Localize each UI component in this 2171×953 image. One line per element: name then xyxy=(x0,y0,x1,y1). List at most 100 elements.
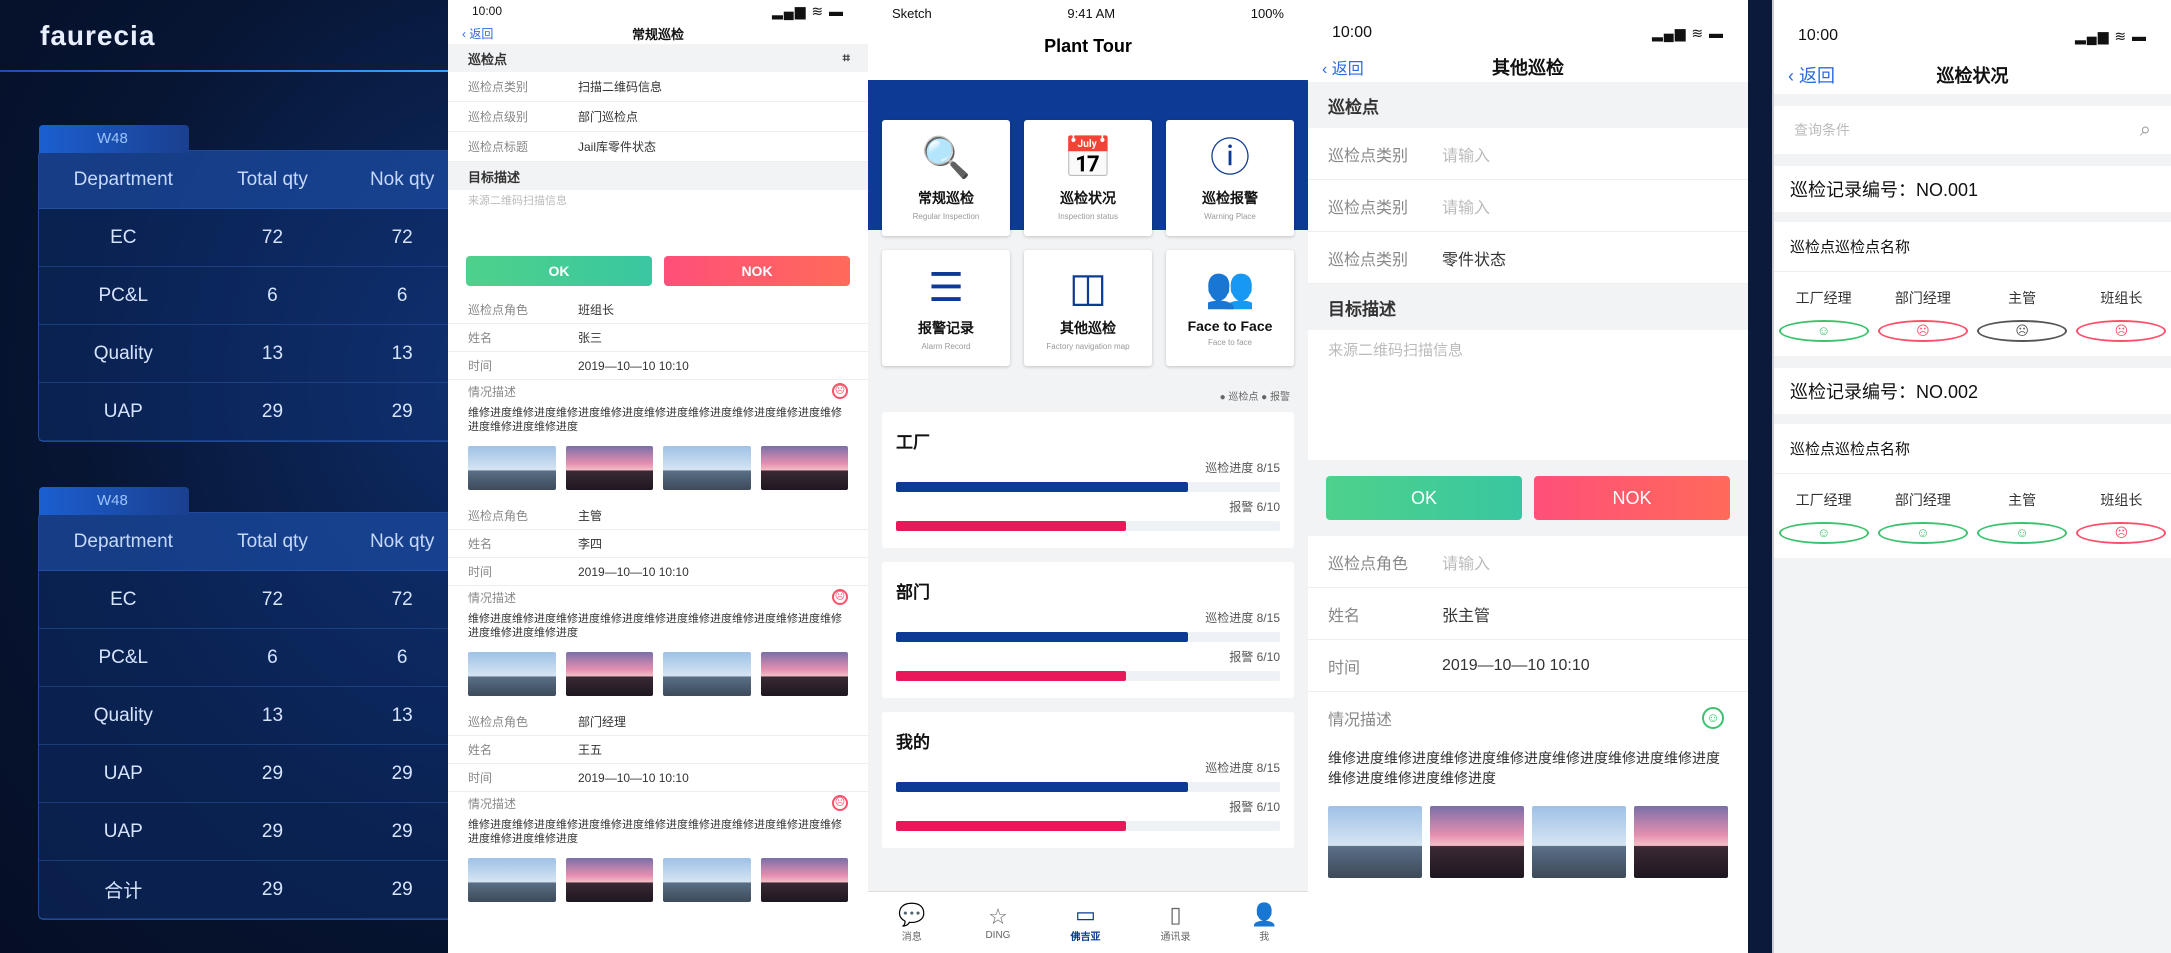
table-row[interactable]: UAP 29 29 xyxy=(39,383,467,441)
photo-thumbnail[interactable] xyxy=(565,858,653,902)
search-input[interactable]: 查询条件 ⌕ xyxy=(1774,106,2171,154)
tile-subtitle: Factory navigation map xyxy=(1046,342,1130,351)
table-cell: Quality xyxy=(93,704,153,726)
tab-label: DING xyxy=(985,930,1011,941)
column-header: Total qty xyxy=(237,530,308,552)
tab-contacts[interactable]: ▯ 通讯录 xyxy=(1161,902,1191,943)
tab-message[interactable]: 💬 消息 xyxy=(898,902,925,943)
table-row[interactable]: EC 72 72 xyxy=(39,571,467,629)
week-tag: W48 xyxy=(39,487,189,515)
field-label: 时间 xyxy=(468,771,493,785)
inspection-field[interactable]: 巡检点标题 Jail库零件状态 xyxy=(448,132,868,162)
goal-text: 来源二维码扫描信息 xyxy=(468,195,567,207)
photo-thumbnail[interactable] xyxy=(760,652,848,696)
menu-tile[interactable]: ☰ 报警记录 Alarm Record xyxy=(882,250,1010,366)
progress-fill xyxy=(896,482,1188,492)
photo-row xyxy=(448,850,868,914)
name-field[interactable]: 姓名 张三 xyxy=(448,324,868,352)
inspection-field[interactable]: 巡检点级别 部门巡检点 xyxy=(448,102,868,132)
name-field[interactable]: 姓名 王五 xyxy=(448,736,868,764)
field-value: 请输入 xyxy=(1442,147,1491,165)
time-field[interactable]: 时间 2019—10—10 10:10 xyxy=(1308,640,1748,692)
back-button[interactable]: ‹ 返回 xyxy=(448,25,493,42)
time-field[interactable]: 时间 2019—10—10 10:10 xyxy=(448,558,868,586)
field-label: 巡检点角色 xyxy=(468,303,529,317)
menu-tile[interactable]: 👥 Face to Face Face to face xyxy=(1166,250,1294,366)
inspection-field[interactable]: 巡检点类别 请输入 xyxy=(1308,128,1748,180)
inspection-field[interactable]: 巡检点类别 请输入 xyxy=(1308,180,1748,232)
search-icon[interactable]: ⌕ xyxy=(2140,119,2151,142)
column-header: Department xyxy=(73,168,173,190)
role-field[interactable]: 巡检点角色 主管 xyxy=(448,502,868,530)
photo-thumbnail[interactable] xyxy=(1532,806,1626,878)
inspection-entry: 巡检点角色 部门经理 姓名 王五 时间 2019—10—10 10:10 情况描述 ☹ 维修进度… xyxy=(448,708,868,914)
table-row[interactable]: Quality 13 13 xyxy=(39,687,467,745)
photo-thumbnail[interactable] xyxy=(1634,806,1728,878)
tile-label: 巡检报警 xyxy=(1202,190,1258,206)
table-cell: UAP xyxy=(103,400,143,422)
photo-thumbnail[interactable] xyxy=(468,446,556,490)
photo-thumbnail[interactable] xyxy=(565,652,653,696)
field-label: 情况描述 xyxy=(468,590,517,605)
photo-thumbnail[interactable] xyxy=(565,446,653,490)
table-cell: 13 xyxy=(261,704,284,726)
time-field[interactable]: 时间 2019—10—10 10:10 xyxy=(448,352,868,380)
happy-icon: ☺ xyxy=(1702,707,1724,729)
tab-ding[interactable]: ☆ DING xyxy=(985,904,1010,941)
table-row[interactable]: EC 72 72 xyxy=(39,209,467,267)
tab-user[interactable]: 👤 我 xyxy=(1251,902,1278,943)
time-field[interactable]: 时间 2019—10—10 10:10 xyxy=(448,764,868,792)
back-button[interactable]: ‹ 返回 xyxy=(1308,55,1364,79)
field-label: 巡检点级别 xyxy=(468,110,529,124)
name-field[interactable]: 姓名 张主管 xyxy=(1308,588,1748,640)
back-button[interactable]: ‹ 返回 xyxy=(1774,62,1835,88)
inspection-field[interactable]: 巡检点类别 扫描二维码信息 xyxy=(448,72,868,102)
menu-tile[interactable]: 📅 巡检状况 Inspection status xyxy=(1024,120,1152,236)
tab-label: 通讯录 xyxy=(1160,932,1191,943)
photo-thumbnail[interactable] xyxy=(760,446,848,490)
alarm-label: 报警 6/10 xyxy=(1229,500,1280,514)
menu-tile[interactable]: ◫ 其他巡检 Factory navigation map xyxy=(1024,250,1152,366)
role-field[interactable]: 巡检点角色 班组长 xyxy=(448,296,868,324)
menu-tile[interactable]: 🔍 常规巡检 Regular Inspection xyxy=(882,120,1010,236)
photo-thumbnail[interactable] xyxy=(663,652,751,696)
alarm-fill xyxy=(896,821,1127,831)
table-cell: EC xyxy=(110,588,137,610)
role-field[interactable]: 巡检点角色 部门经理 xyxy=(448,708,868,736)
photo-thumbnail[interactable] xyxy=(1328,806,1422,878)
battery-label: 100% xyxy=(1250,5,1284,21)
table-row[interactable]: Quality 13 13 xyxy=(39,325,467,383)
nok-button[interactable]: NOK xyxy=(1534,476,1730,520)
table-row[interactable]: UAP 29 29 xyxy=(39,745,467,803)
progress-card[interactable]: 我的 巡检进度 8/15 报警 6/10 xyxy=(882,712,1294,848)
desc-text: 维修进度维修进度维修进度维修进度维修进度维修进度维修进度维修进度维修进度维修进度… xyxy=(468,407,842,433)
photo-thumbnail[interactable] xyxy=(1430,806,1524,878)
table-cell: 29 xyxy=(261,400,284,422)
table-row[interactable]: 合计 29 29 xyxy=(39,861,467,919)
photo-thumbnail[interactable] xyxy=(663,858,751,902)
table-row[interactable]: UAP 29 29 xyxy=(39,803,467,861)
progress-card[interactable]: 工厂 巡检进度 8/15 报警 6/10 xyxy=(882,412,1294,548)
role-label: 主管 xyxy=(2008,290,2037,306)
photo-thumbnail[interactable] xyxy=(468,858,556,902)
table-cell: Quality xyxy=(93,342,153,364)
menu-tile[interactable]: ⓘ 巡检报警 Warning Place xyxy=(1166,120,1294,236)
role-field[interactable]: 巡检点角色 请输入 xyxy=(1308,536,1748,588)
nok-button[interactable]: NOK xyxy=(664,256,850,286)
ok-button[interactable]: OK xyxy=(1326,476,1522,520)
progress-card[interactable]: 部门 巡检进度 8/15 报警 6/10 xyxy=(882,562,1294,698)
happy-icon: ☺ xyxy=(1778,320,1869,342)
summary-table: W48 Department Total qty Nok qty EC 72 72 PC&L 6… xyxy=(38,487,468,920)
week-tag: W48 xyxy=(39,125,189,153)
photo-thumbnail[interactable] xyxy=(663,446,751,490)
tab-workbench[interactable]: ▭ 佛吉亚 xyxy=(1070,902,1100,943)
name-field[interactable]: 姓名 李四 xyxy=(448,530,868,558)
ok-button[interactable]: OK xyxy=(466,256,652,286)
scan-icon[interactable]: ⌗ xyxy=(843,50,850,66)
photo-thumbnail[interactable] xyxy=(468,652,556,696)
status-time: 10:00 xyxy=(1798,27,1839,44)
table-row[interactable]: PC&L 6 6 xyxy=(39,267,467,325)
inspection-field[interactable]: 巡检点类别 零件状态 xyxy=(1308,232,1748,284)
photo-thumbnail[interactable] xyxy=(760,858,848,902)
table-row[interactable]: PC&L 6 6 xyxy=(39,629,467,687)
